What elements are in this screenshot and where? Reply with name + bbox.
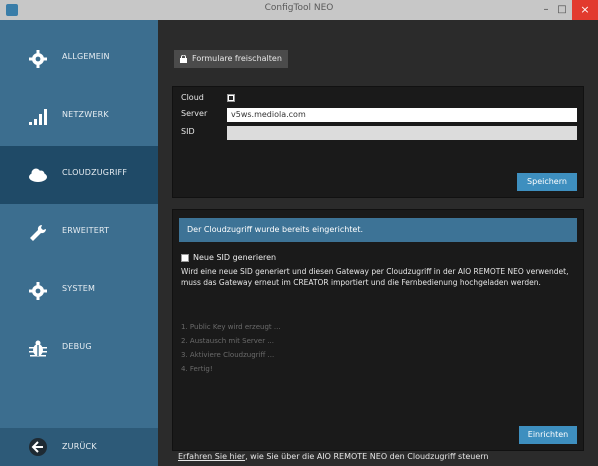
close-button[interactable]: × [572, 0, 598, 20]
lock-icon [180, 55, 187, 63]
sidebar-item-erweitert[interactable]: ERWEITERT [0, 204, 158, 262]
sidebar-item-netzwerk[interactable]: NETZWERK [0, 88, 158, 146]
cloud-settings-panel: Cloud Server v5ws.mediola.com SID Speich… [172, 86, 584, 198]
status-info-bar: Der Cloudzugriff wurde bereits eingerich… [179, 218, 577, 242]
gear-icon [29, 282, 47, 300]
main-content: Formulare freischalten Cloud Server v5ws… [158, 20, 598, 466]
maximize-button[interactable]: □ [554, 2, 570, 18]
list-item: 2. Austausch mit Server ... [181, 337, 274, 345]
wrench-icon [30, 224, 47, 241]
back-arrow-icon [29, 438, 47, 456]
unlock-forms-label: Formulare freischalten [192, 54, 282, 63]
cloud-label: Cloud [181, 93, 204, 102]
help-link[interactable]: Erfahren Sie hier [178, 452, 245, 461]
new-sid-description: Wird eine neue SID generiert und diesen … [181, 267, 569, 287]
sidebar-item-allgemein[interactable]: ALLGEMEIN [0, 30, 158, 88]
new-sid-label: Neue SID generieren [193, 253, 277, 262]
list-item: 4. Fertig! [181, 365, 213, 373]
gear-icon [29, 50, 47, 68]
sidebar-item-label: NETZWERK [62, 110, 109, 119]
title-bar: ConfigTool NEO – □ × [0, 0, 598, 20]
sidebar-item-cloudzugriff[interactable]: CLOUDZUGRIFF [0, 146, 158, 204]
sidebar-back-label: ZURÜCK [62, 442, 97, 451]
sidebar-item-label: ERWEITERT [62, 226, 110, 235]
help-text-rest: , wie Sie über die AIO REMOTE NEO den Cl… [245, 452, 489, 461]
sid-label: SID [181, 127, 195, 136]
cloud-setup-panel: Der Cloudzugriff wurde bereits eingerich… [172, 209, 584, 451]
signal-bars-icon [29, 109, 47, 125]
unlock-forms-button[interactable]: Formulare freischalten [174, 50, 288, 68]
sidebar-item-label: CLOUDZUGRIFF [62, 168, 128, 177]
save-button[interactable]: Speichern [517, 173, 577, 191]
sidebar-back-button[interactable]: ZURÜCK [0, 428, 158, 466]
server-field[interactable]: v5ws.mediola.com [227, 108, 577, 122]
list-item: 3. Aktiviere Cloudzugriff ... [181, 351, 275, 359]
window-title: ConfigTool NEO [264, 3, 334, 13]
cloud-checkbox[interactable] [227, 94, 235, 102]
sidebar-item-label: ALLGEMEIN [62, 52, 110, 61]
new-sid-checkbox[interactable] [181, 254, 189, 262]
sidebar: ALLGEMEIN NETZWERK CLOUDZUGRIFF ERWEITER… [0, 20, 158, 466]
minimize-button[interactable]: – [538, 2, 554, 18]
cloud-icon [29, 168, 47, 182]
setup-steps-list: 1. Public Key wird erzeugt ... 2. Austau… [181, 320, 281, 376]
list-item: 1. Public Key wird erzeugt ... [181, 323, 281, 331]
bug-icon [29, 340, 47, 357]
sidebar-item-label: DEBUG [62, 342, 92, 351]
sidebar-item-debug[interactable]: DEBUG [0, 320, 158, 378]
sid-field[interactable] [227, 126, 577, 140]
sidebar-item-label: SYSTEM [62, 284, 96, 293]
sidebar-item-system[interactable]: SYSTEM [0, 262, 158, 320]
help-text: Erfahren Sie hier, wie Sie über die AIO … [178, 452, 488, 461]
server-label: Server [181, 109, 208, 118]
setup-button[interactable]: Einrichten [519, 426, 577, 444]
